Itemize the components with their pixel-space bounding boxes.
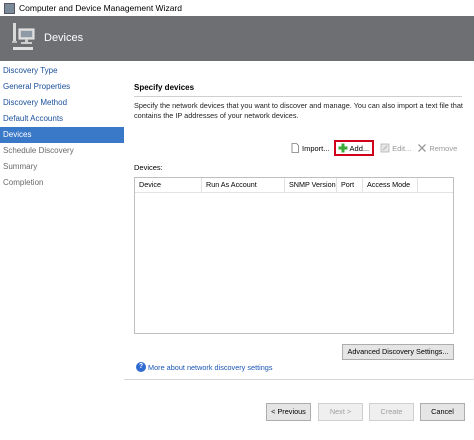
previous-button[interactable]: < Previous bbox=[266, 403, 311, 421]
add-button[interactable]: Add... bbox=[333, 140, 375, 156]
nav-item-discovery-type[interactable]: Discovery Type bbox=[0, 63, 124, 79]
column-header-run-as-account[interactable]: Run As Account bbox=[202, 178, 285, 192]
next-button[interactable]: Next > bbox=[318, 403, 363, 421]
section-description: Specify the network devices that you wan… bbox=[134, 101, 463, 120]
remove-label: Remove bbox=[429, 143, 458, 153]
computer-devices-icon bbox=[12, 23, 35, 50]
title-bar: Computer and Device Management Wizard bbox=[0, 0, 474, 16]
create-button[interactable]: Create bbox=[369, 403, 414, 421]
footer-divider bbox=[124, 379, 474, 380]
wizard-steps-nav: Discovery Type General Properties Discov… bbox=[0, 61, 124, 379]
app-icon bbox=[4, 2, 15, 14]
help-icon: ? bbox=[136, 362, 146, 372]
window-title: Computer and Device Management Wizard bbox=[19, 3, 182, 13]
document-icon bbox=[291, 143, 299, 153]
cancel-button[interactable]: Cancel bbox=[420, 403, 465, 421]
remove-x-icon bbox=[418, 144, 427, 152]
nav-item-summary: Summary bbox=[3, 162, 38, 171]
wizard-footer: < Previous Next > Create Cancel bbox=[0, 379, 474, 440]
column-header-port[interactable]: Port bbox=[337, 178, 363, 192]
column-header-device[interactable]: Device bbox=[135, 178, 202, 192]
nav-item-completion: Completion bbox=[3, 178, 44, 187]
import-button[interactable]: Import... bbox=[290, 143, 330, 153]
remove-button[interactable]: Remove bbox=[417, 143, 457, 153]
page-title: Devices bbox=[44, 32, 84, 44]
advanced-discovery-settings-button[interactable]: Advanced Discovery Settings... bbox=[342, 344, 454, 360]
devices-label: Devices: bbox=[134, 163, 163, 172]
column-header-snmp-version[interactable]: SNMP Version bbox=[285, 178, 337, 192]
devices-list-header: Device Run As Account SNMP Version Port … bbox=[135, 178, 453, 193]
nav-item-schedule-discovery: Schedule Discovery bbox=[3, 146, 74, 155]
edit-label: Edit... bbox=[392, 143, 412, 153]
nav-item-general-properties[interactable]: General Properties bbox=[0, 79, 124, 95]
help-link[interactable]: ? More about network discovery settings bbox=[136, 362, 273, 372]
nav-item-devices[interactable]: Devices bbox=[0, 127, 124, 143]
column-header-access-mode[interactable]: Access Mode bbox=[363, 178, 418, 192]
section-title: Specify devices bbox=[134, 83, 195, 92]
nav-item-discovery-method[interactable]: Discovery Method bbox=[0, 95, 124, 111]
edit-icon bbox=[380, 143, 390, 153]
help-link-text: More about network discovery settings bbox=[148, 362, 273, 372]
import-label: Import... bbox=[302, 143, 330, 153]
devices-toolbar: Import... Add... Edit... Remove bbox=[290, 140, 463, 156]
wizard-header: Devices bbox=[0, 16, 474, 61]
devices-list[interactable]: Device Run As Account SNMP Version Port … bbox=[134, 177, 454, 334]
add-label: Add... bbox=[349, 143, 370, 153]
main-content: Specify devices Specify the network devi… bbox=[124, 61, 474, 379]
plus-icon bbox=[338, 143, 348, 153]
section-divider bbox=[134, 96, 462, 97]
edit-button[interactable]: Edit... bbox=[380, 143, 411, 153]
nav-item-default-accounts[interactable]: Default Accounts bbox=[0, 111, 124, 127]
